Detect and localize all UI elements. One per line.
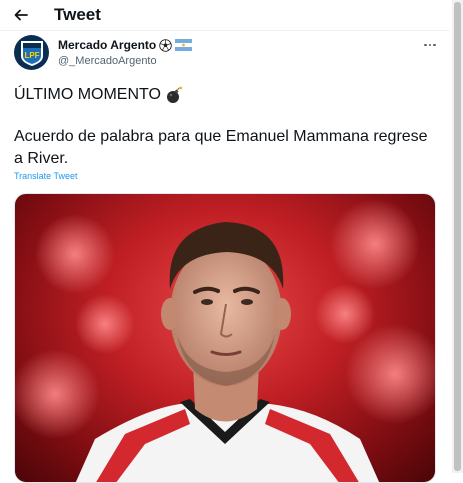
more-dot [428,43,432,47]
author-name-text: Mercado Argento [58,38,157,52]
bomb-icon [166,86,183,103]
avatar-text: LPF [24,51,39,60]
arrow-left-icon [14,9,28,21]
more-dot [424,43,427,47]
scrollbar-thumb[interactable] [454,2,461,471]
more-dot [433,43,436,47]
tweet-text: Acuerdo de palabra para que Emanuel Mamm… [14,128,428,167]
scrollbar[interactable] [452,0,463,473]
top-bar: Tweet [0,0,463,30]
soccer-ball-icon [159,38,172,52]
author-handle[interactable]: @_MercadoArgento [58,55,157,67]
page-title: Tweet [54,5,101,24]
headline-text: ÚLTIMO MOMENTO [14,86,161,103]
author-name[interactable]: Mercado Argento [58,38,193,52]
header-divider [0,30,450,31]
tweet-headline: ÚLTIMO MOMENTO [14,86,183,104]
lpf-logo-icon: LPF [20,40,43,66]
back-button[interactable] [4,0,38,30]
player-photo [15,199,435,482]
argentina-flag-icon [175,39,193,51]
more-options-button[interactable] [420,38,440,52]
avatar[interactable]: LPF [14,35,49,70]
tweet-media-image[interactable] [14,193,436,483]
translate-tweet-link[interactable]: Translate Tweet [14,171,78,181]
